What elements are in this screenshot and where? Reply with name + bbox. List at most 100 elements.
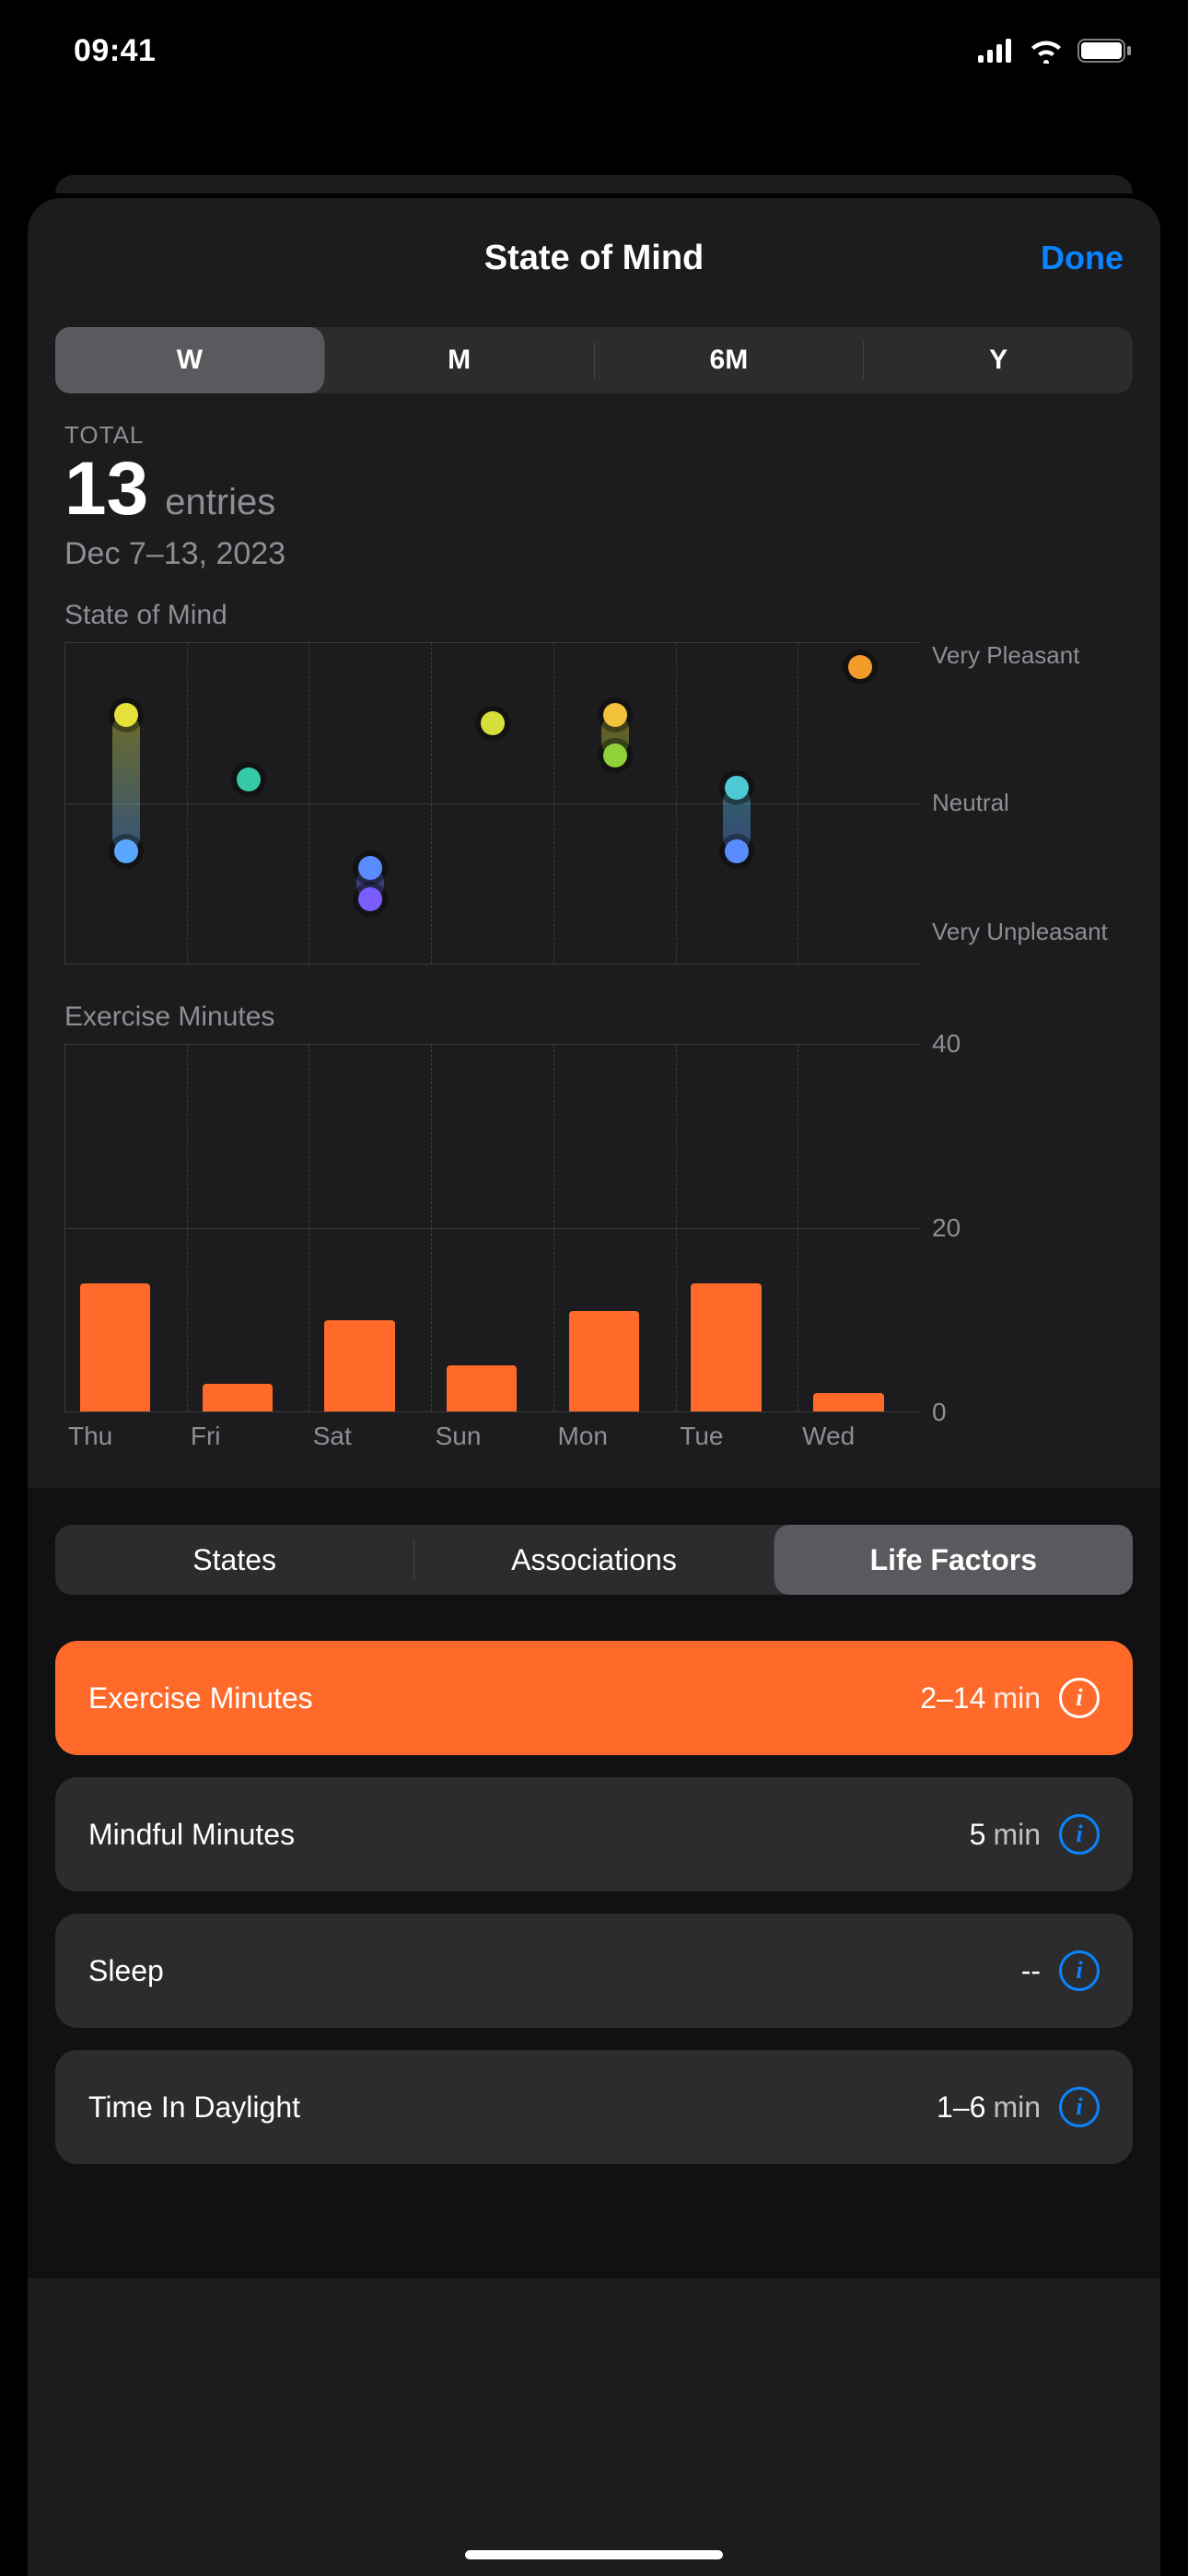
x-tick-label: Sat: [309, 1422, 432, 1451]
date-range: Dec 7–13, 2023: [64, 536, 1124, 572]
som-y-axis: Very Pleasant Neutral Very Unpleasant: [921, 642, 1124, 965]
exercise-bar[interactable]: [691, 1283, 761, 1411]
som-entry-dot[interactable]: [114, 839, 138, 863]
factor-unit: min: [993, 1818, 1041, 1852]
wifi-icon: [1028, 38, 1065, 64]
som-day-column: [188, 643, 310, 964]
done-button[interactable]: Done: [1041, 239, 1124, 277]
tab-life-factors[interactable]: Life Factors: [775, 1525, 1133, 1595]
factor-value: 1–6: [937, 2090, 985, 2125]
life-factor-row[interactable]: Mindful Minutes 5 mini: [55, 1777, 1133, 1891]
factor-unit: min: [993, 1681, 1041, 1715]
som-plot-area[interactable]: [64, 642, 921, 965]
status-icons: [978, 38, 1133, 64]
som-entry-dot[interactable]: [237, 767, 261, 791]
som-entry-dot[interactable]: [603, 744, 627, 767]
exercise-day-column: [798, 1045, 921, 1411]
info-icon[interactable]: i: [1059, 2087, 1100, 2127]
som-entry-dot[interactable]: [725, 776, 749, 800]
y-tick-40: 40: [932, 1029, 961, 1059]
som-entry-dot[interactable]: [481, 711, 505, 735]
exercise-bar[interactable]: [447, 1365, 517, 1411]
state-of-mind-sheet: State of Mind Done W M 6M Y TOTAL 13 ent…: [28, 198, 1160, 2576]
summary-block: TOTAL 13 entries Dec 7–13, 2023: [28, 393, 1160, 581]
sheet-background-peek: [55, 175, 1133, 193]
x-tick-label: Tue: [676, 1422, 798, 1451]
total-label: TOTAL: [64, 421, 1124, 450]
som-day-column: [432, 643, 554, 964]
factor-value: --: [1021, 1954, 1041, 1988]
exercise-day-column: [188, 1045, 310, 1411]
battery-icon: [1077, 38, 1133, 64]
chart-title: Exercise Minutes: [64, 1001, 1124, 1033]
exercise-bar[interactable]: [80, 1283, 150, 1411]
exercise-bar[interactable]: [203, 1384, 273, 1411]
sheet-header: State of Mind Done: [28, 198, 1160, 318]
exercise-plot-area[interactable]: [64, 1044, 921, 1412]
range-month[interactable]: M: [325, 327, 594, 393]
som-entry-dot[interactable]: [358, 887, 382, 911]
som-day-column: [65, 643, 188, 964]
x-tick-label: Wed: [798, 1422, 921, 1451]
som-day-column: [554, 643, 677, 964]
page-title: State of Mind: [484, 239, 705, 278]
factor-value-group: 5 mini: [970, 1814, 1100, 1855]
factor-label: Mindful Minutes: [88, 1818, 295, 1852]
total-value: 13: [64, 451, 148, 527]
exercise-day-column: [677, 1045, 799, 1411]
factor-label: Sleep: [88, 1954, 164, 1988]
exercise-day-column: [554, 1045, 677, 1411]
exercise-y-axis: 40 20 0: [921, 1044, 1124, 1412]
exercise-day-column: [65, 1045, 188, 1411]
info-icon[interactable]: i: [1059, 1950, 1100, 1991]
y-label-neutral: Neutral: [932, 790, 1009, 817]
factor-value: 2–14: [920, 1681, 985, 1715]
exercise-bar[interactable]: [813, 1393, 884, 1411]
chart-title: State of Mind: [64, 600, 1124, 631]
x-tick-label: Mon: [553, 1422, 676, 1451]
life-factor-row[interactable]: Exercise Minutes 2–14 mini: [55, 1641, 1133, 1755]
tab-states[interactable]: States: [55, 1525, 413, 1595]
som-entry-dot[interactable]: [358, 856, 382, 880]
som-entry-dot[interactable]: [725, 839, 749, 863]
factor-value-group: 2–14 mini: [920, 1678, 1100, 1718]
som-day-column: [677, 643, 799, 964]
factor-value-group: 1–6 mini: [937, 2087, 1100, 2127]
factor-label: Exercise Minutes: [88, 1681, 313, 1715]
cellular-signal-icon: [978, 39, 1015, 63]
range-year[interactable]: Y: [864, 327, 1133, 393]
som-entry-dot[interactable]: [603, 703, 627, 727]
life-factor-row[interactable]: Sleep -- i: [55, 1914, 1133, 2028]
exercise-bar[interactable]: [569, 1311, 639, 1411]
som-range-pill: [112, 715, 140, 851]
status-time: 09:41: [74, 33, 156, 69]
range-6month[interactable]: 6M: [595, 327, 864, 393]
life-factor-row[interactable]: Time In Daylight 1–6 mini: [55, 2050, 1133, 2164]
life-factors-list: Exercise Minutes2–14 miniMindful Minutes…: [55, 1641, 1133, 2164]
exercise-bar[interactable]: [324, 1320, 394, 1412]
exercise-day-column: [309, 1045, 432, 1411]
factor-label: Time In Daylight: [88, 2090, 300, 2125]
total-unit: entries: [165, 482, 275, 523]
som-entry-dot[interactable]: [114, 703, 138, 727]
status-bar: 09:41: [0, 0, 1188, 101]
y-label-very-unpleasant: Very Unpleasant: [932, 919, 1108, 946]
tab-associations[interactable]: Associations: [414, 1525, 773, 1595]
info-icon[interactable]: i: [1059, 1814, 1100, 1855]
x-tick-label: Sun: [432, 1422, 554, 1451]
exercise-minutes-chart: Exercise Minutes 40 20 0 ThuFriSatSunMon…: [28, 1001, 1160, 1451]
lower-section: States Associations Life Factors Exercis…: [28, 1488, 1160, 2278]
y-tick-0: 0: [932, 1398, 947, 1427]
x-tick-label: Thu: [64, 1422, 187, 1451]
info-icon[interactable]: i: [1059, 1678, 1100, 1718]
home-indicator[interactable]: [465, 2550, 723, 2559]
x-tick-label: Fri: [187, 1422, 309, 1451]
factor-value-group: -- i: [1021, 1950, 1100, 1991]
factor-value: 5: [970, 1818, 986, 1852]
som-entry-dot[interactable]: [848, 655, 872, 679]
state-of-mind-chart: State of Mind Very Pleasant Neutral Very…: [28, 600, 1160, 965]
range-week[interactable]: W: [55, 327, 324, 393]
som-day-column: [309, 643, 432, 964]
exercise-day-column: [432, 1045, 554, 1411]
som-day-column: [798, 643, 921, 964]
